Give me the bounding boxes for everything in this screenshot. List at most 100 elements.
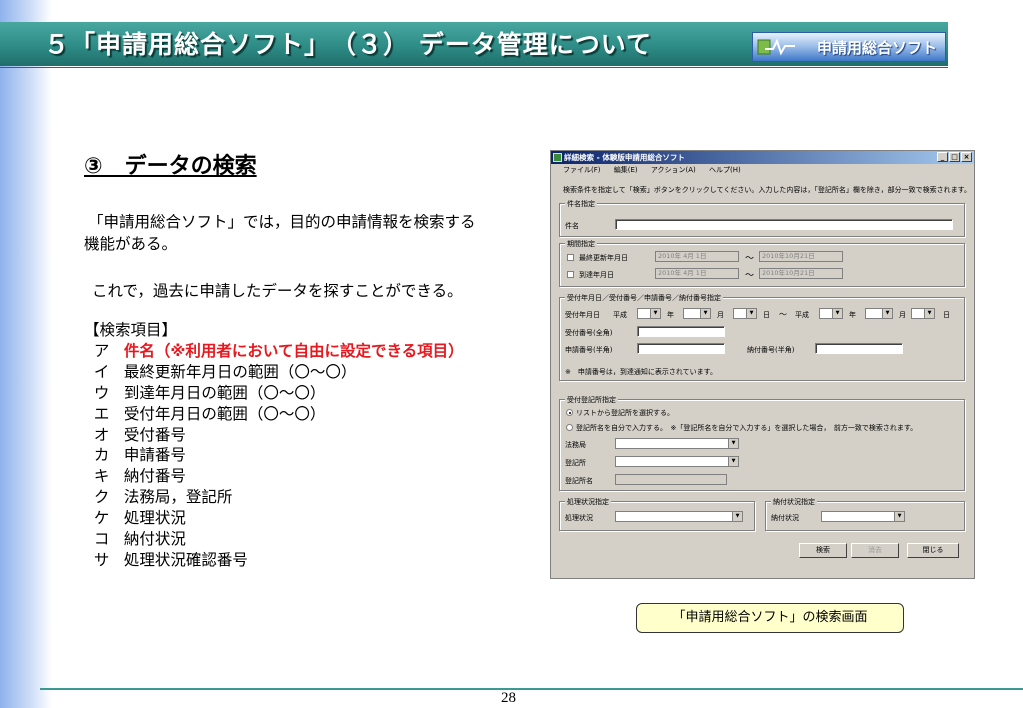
bureau-label: 法務局 [565, 441, 586, 449]
month-label: 月 [899, 311, 906, 319]
chevron-down-icon: ▼ [882, 309, 892, 318]
last-updated-to[interactable]: 2010年10月21日 [759, 251, 843, 262]
list-item: キ納付番号 [93, 467, 186, 486]
payment-label: 納付状況 [771, 514, 799, 522]
day-label: 日 [763, 311, 770, 319]
payment-no-label: 納付番号(半角) [747, 346, 795, 354]
chevron-down-icon: ▼ [832, 309, 842, 318]
radio-manual-label: 登記所名を自分で入力する。 ※「登記所名を自分で入力する」を選択した場合， 前方… [576, 424, 918, 432]
arrival-from[interactable]: 2010年 4月 1日 [655, 268, 739, 279]
list-item: イ最終更新年月日の範囲（〇～〇） [93, 362, 357, 381]
app-no-input[interactable] [637, 343, 725, 354]
slide-title: ５「申請用総合ソフト」 （３） データ管理について [44, 30, 652, 59]
arrival-to[interactable]: 2010年10月21日 [759, 268, 843, 279]
footer-line [40, 688, 1023, 690]
range-tilde: ～ [745, 254, 755, 264]
registry-name-label: 登記所名 [565, 477, 593, 485]
bureau-dropdown[interactable]: ▼ [615, 438, 739, 449]
radio-list[interactable] [566, 409, 573, 416]
arrival-label: 到達年月日 [579, 271, 614, 279]
day-dropdown-to[interactable]: ▼ [911, 308, 935, 319]
left-gradient-strip [0, 0, 52, 708]
search-window: 詳細検索 - 体験版申請用総合ソフト _ □ × ファイル(F) 編集(E) アクシ… [550, 150, 975, 579]
registry-dropdown[interactable]: ▼ [615, 456, 739, 467]
app-logo: 申請用総合ソフト [752, 32, 946, 62]
list-item: ケ処理状況 [93, 509, 186, 528]
last-updated-from[interactable]: 2010年 4月 1日 [655, 251, 739, 262]
payment-no-input[interactable] [815, 343, 903, 354]
note-text: ※ 申請番号は，到達通知に表示されています。 [565, 368, 717, 376]
last-updated-label: 最終更新年月日 [579, 254, 628, 262]
range-tilde: ～ [745, 271, 755, 281]
year-dropdown[interactable]: ▼ [683, 308, 711, 319]
receipt-date-label: 受付年月日 [565, 311, 600, 319]
subject-label: 件名 [565, 222, 579, 230]
list-item: ウ到達年月日の範囲（〇～〇） [93, 383, 326, 402]
list-item: ク法務局，登記所 [93, 488, 233, 507]
arrival-checkbox[interactable] [567, 271, 574, 278]
month-label: 月 [717, 311, 724, 319]
day-dropdown[interactable]: ▼ [733, 308, 757, 319]
era-label: 平成 [613, 311, 627, 319]
minimize-icon[interactable]: _ [937, 152, 948, 162]
close-icon[interactable]: × [961, 152, 972, 162]
menu-edit[interactable]: 編集(E) [614, 166, 638, 174]
year-label: 年 [849, 311, 856, 319]
list-item: オ受付番号 [93, 425, 186, 444]
list-item: ア件名（※利用者において自由に設定できる項目） [93, 341, 464, 360]
window-titlebar: 詳細検索 - 体験版申請用総合ソフト _ □ × [551, 151, 974, 164]
clear-button[interactable]: 消去 [851, 543, 899, 558]
list-item: サ処理状況確認番号 [93, 550, 248, 569]
era-dropdown[interactable]: ▼ [637, 308, 661, 319]
search-button[interactable]: 検索 [799, 543, 847, 558]
chevron-down-icon: ▼ [700, 309, 710, 318]
chevron-down-icon: ▼ [728, 439, 738, 448]
radio-manual[interactable] [566, 424, 573, 431]
maximize-icon[interactable]: □ [949, 152, 960, 162]
payment-dropdown[interactable]: ▼ [821, 511, 905, 522]
day-label: 日 [943, 311, 950, 319]
status-label: 処理状況 [565, 514, 593, 522]
list-item: カ申請番号 [93, 446, 186, 465]
list-item: コ納付状況 [93, 530, 186, 549]
chevron-down-icon: ▼ [924, 309, 934, 318]
menu-help[interactable]: ヘルプ(H) [709, 166, 741, 174]
receipt-no-input[interactable] [637, 326, 725, 337]
registry-name-input[interactable] [615, 474, 727, 485]
menu-file[interactable]: ファイル(F) [563, 166, 601, 174]
menu-action[interactable]: アクション(A) [651, 166, 696, 174]
range-tilde: ～ [779, 310, 787, 319]
registry-label: 登記所 [565, 459, 586, 467]
chevron-down-icon: ▼ [728, 457, 738, 466]
window-title: 詳細検索 - 体験版申請用総合ソフト [564, 153, 685, 162]
app-icon [553, 153, 562, 162]
year-label: 年 [667, 311, 674, 319]
paragraph-line-2: 機能がある。 [84, 235, 178, 253]
wave-icon [757, 38, 795, 56]
menubar: ファイル(F) 編集(E) アクション(A) ヘルプ(H) [551, 165, 974, 176]
paragraph-2: これで，過去に申請したデータを探すことができる。 [92, 282, 463, 300]
chevron-down-icon: ▼ [650, 309, 660, 318]
period-group: 期間指定 [559, 239, 965, 287]
era-label: 平成 [795, 311, 809, 319]
close-button[interactable]: 閉じる [907, 543, 959, 558]
radio-list-label: リストから登記所を選択する。 [576, 409, 674, 417]
chevron-down-icon: ▼ [732, 512, 742, 521]
search-items-list: 【検索項目】 ア件名（※利用者において自由に設定できる項目） イ最終更新年月日の… [84, 320, 464, 571]
items-header: 【検索項目】 [84, 321, 178, 339]
last-updated-checkbox[interactable] [567, 254, 574, 261]
subject-input[interactable] [615, 219, 953, 230]
era-dropdown-to[interactable]: ▼ [819, 308, 843, 319]
instruction-text: 検索条件を指定して「検索」ボタンをクリックしてください。入力した内容は，「登記所… [563, 186, 971, 194]
header-underline [0, 67, 948, 68]
app-no-label: 申請番号(半角) [565, 346, 613, 354]
status-dropdown[interactable]: ▼ [615, 511, 743, 522]
list-item: エ受付年月日の範囲（〇～〇） [93, 404, 326, 423]
logo-text: 申請用総合ソフト [816, 39, 937, 57]
paragraph-line-1: 「申請用総合ソフト」では，目的の申請情報を検索する [88, 213, 476, 231]
section-heading: ③ データの検索 [84, 154, 257, 179]
year-dropdown-to[interactable]: ▼ [865, 308, 893, 319]
figure-caption: 「申請用総合ソフト」の検索画面 [636, 603, 904, 633]
receipt-no-label: 受付番号(全角) [565, 329, 613, 337]
chevron-down-icon: ▼ [746, 309, 756, 318]
